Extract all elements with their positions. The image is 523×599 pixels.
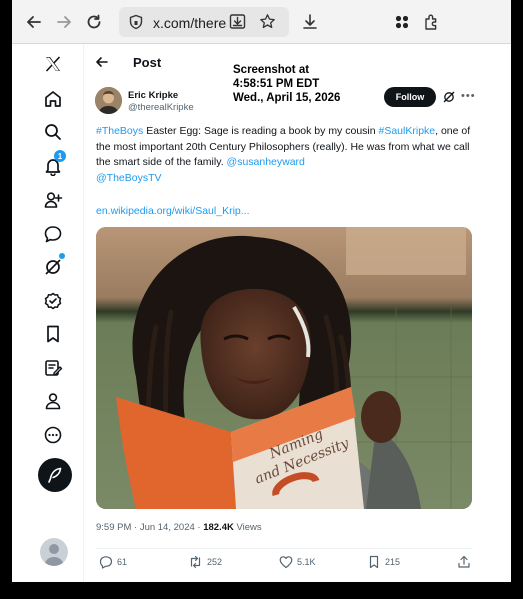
like-count: 5.1K: [297, 557, 316, 567]
account-avatar[interactable]: [40, 538, 68, 566]
feather-icon: [48, 467, 62, 483]
bookmark-count: 215: [385, 557, 401, 567]
messages-chat-icon[interactable]: [40, 221, 66, 247]
x-logo-icon[interactable]: [40, 51, 66, 77]
grok-icon[interactable]: [442, 90, 456, 109]
hashtag-link[interactable]: #SaulKripke: [379, 125, 436, 137]
articles-edit-icon[interactable]: [40, 355, 66, 381]
browser-toolbar: x.com/thereal: [12, 0, 511, 44]
compose-post-button[interactable]: [38, 458, 72, 492]
page-title: Post: [133, 55, 162, 70]
more-circle-icon[interactable]: [40, 422, 66, 448]
share-icon: [458, 555, 470, 568]
shield-icon[interactable]: [128, 14, 144, 35]
post-time[interactable]: 9:59 PM · Jun 14, 2024 ·: [96, 522, 203, 533]
search-icon[interactable]: [40, 119, 66, 145]
author-name[interactable]: Eric Kripke: [128, 90, 178, 101]
bookmarks-icon[interactable]: [40, 321, 66, 347]
heart-icon: [279, 556, 293, 569]
mention-link[interactable]: @susanheyward: [227, 156, 305, 168]
views-count: 182.4K: [203, 522, 234, 533]
profile-icon[interactable]: [40, 388, 66, 414]
photo-illustration: Naming and Necessity: [96, 227, 472, 509]
tweet-photo[interactable]: Naming and Necessity: [96, 227, 472, 509]
home-icon[interactable]: [40, 86, 66, 112]
save-page-icon[interactable]: [229, 13, 246, 35]
post-detail: Post Screenshot at 4:58:51 PM EDT Wed., …: [85, 44, 511, 582]
url-text[interactable]: x.com/thereal: [153, 15, 227, 31]
notifications-badge: 1: [54, 150, 66, 162]
back-arrow-icon[interactable]: [95, 55, 109, 74]
follow-button[interactable]: Follow: [384, 87, 436, 107]
more-options-icon[interactable]: •••: [461, 90, 476, 102]
author-avatar[interactable]: [95, 87, 122, 114]
star-icon[interactable]: [259, 13, 276, 35]
reply-icon: [99, 556, 113, 569]
mention-link[interactable]: @TheBoysTV: [96, 172, 162, 184]
bookmark-button[interactable]: 215: [367, 555, 400, 569]
url-bar[interactable]: x.com/thereal: [119, 7, 289, 37]
reply-button[interactable]: 61: [99, 555, 127, 569]
repost-button[interactable]: 252: [188, 555, 222, 569]
repost-icon: [190, 555, 201, 569]
tweet-text: #TheBoys Easter Egg: Sage is reading a b…: [96, 125, 471, 184]
bookmark-icon: [369, 555, 379, 569]
download-icon[interactable]: [298, 10, 322, 34]
verified-badge-icon[interactable]: [40, 288, 66, 314]
back-arrow-icon[interactable]: [22, 10, 46, 34]
reload-icon[interactable]: [82, 10, 106, 34]
grok-new-dot: [59, 253, 65, 259]
reply-count: 61: [117, 557, 128, 567]
x-sidebar: 1: [12, 44, 84, 582]
notifications-bell-icon[interactable]: 1: [40, 150, 66, 179]
puzzle-extension-icon[interactable]: [420, 10, 444, 34]
follow-person-icon[interactable]: [40, 187, 66, 213]
hashtag-link[interactable]: #TheBoys: [96, 125, 143, 137]
grok-icon[interactable]: [40, 253, 66, 280]
like-button[interactable]: 5.1K: [279, 555, 316, 569]
author-handle[interactable]: @therealKripke: [128, 102, 194, 113]
repost-count: 252: [207, 557, 223, 567]
share-button[interactable]: [457, 555, 475, 569]
post-meta: 9:59 PM · Jun 14, 2024 · 182.4K Views: [96, 522, 262, 533]
screenshot-timestamp: Screenshot at 4:58:51 PM EDT Wed., April…: [233, 64, 341, 104]
extensions-grid-icon[interactable]: [390, 10, 414, 34]
browser-window: x.com/thereal 1: [12, 0, 511, 582]
divider: [96, 548, 472, 549]
wikipedia-link[interactable]: en.wikipedia.org/wiki/Saul_Krip...: [96, 205, 250, 217]
forward-arrow-icon[interactable]: [52, 10, 76, 34]
